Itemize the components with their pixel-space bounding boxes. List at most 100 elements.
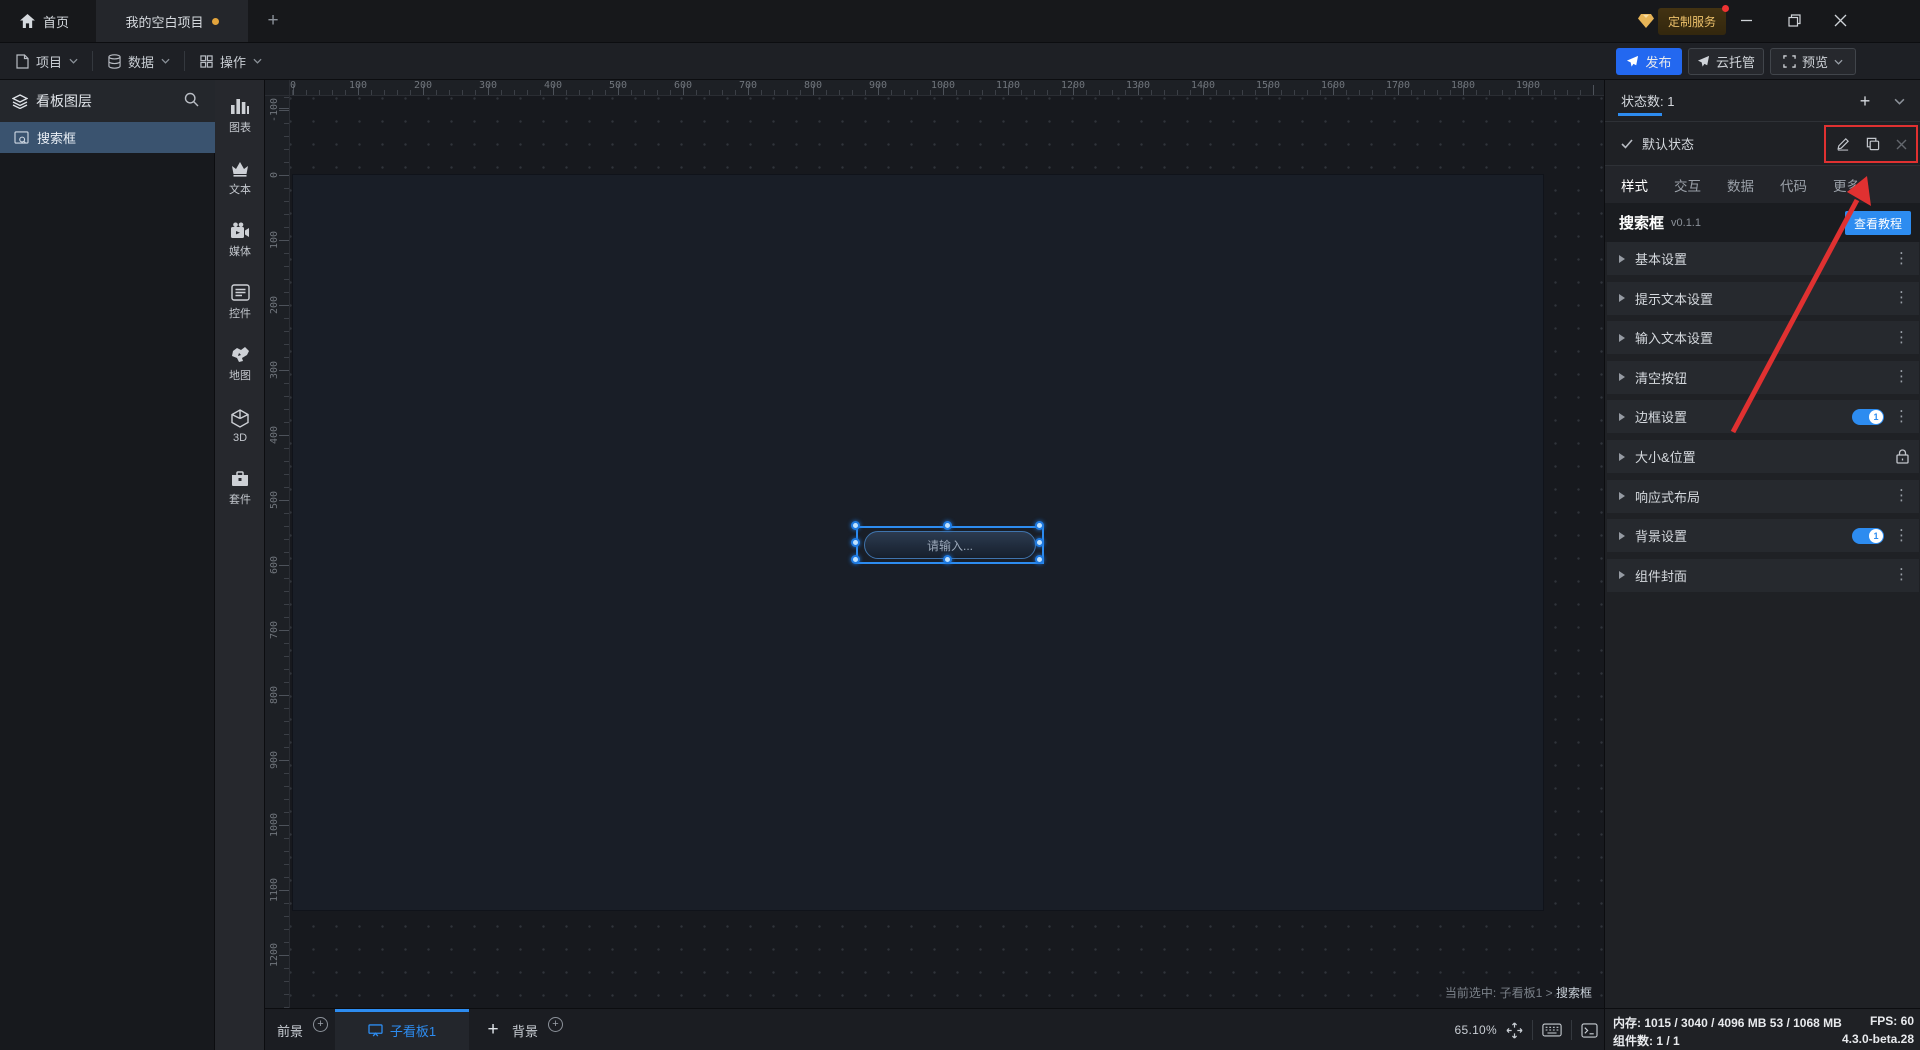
section-组件封面[interactable]: 组件封面 ⋮ (1607, 559, 1919, 592)
tab-代码[interactable]: 代码 (1780, 175, 1807, 195)
dock-item-label: 文本 (229, 181, 251, 197)
diamond-icon (1638, 14, 1654, 28)
section-label: 清空按钮 (1635, 368, 1687, 387)
layer-item-label: 搜索框 (37, 128, 76, 147)
h-ruler-label: 300 (468, 80, 508, 91)
view-tutorial-button[interactable]: 查看教程 (1845, 211, 1911, 235)
menu-data[interactable]: 数据 (96, 43, 182, 79)
new-tab-button[interactable]: + (258, 0, 288, 42)
board-icon (368, 1024, 383, 1037)
bottombar: 前景 + 子看板1 + 背景 + 65.10% (265, 1008, 1604, 1050)
dock-item-3D[interactable]: 3D (215, 398, 265, 454)
paper-plane-icon (1626, 55, 1639, 68)
selection-handle[interactable] (943, 521, 952, 530)
v-ruler-label: 200 (269, 285, 283, 325)
tab-交互[interactable]: 交互 (1674, 175, 1701, 195)
section-label: 组件封面 (1635, 566, 1687, 585)
kebab-menu-icon[interactable]: ⋮ (1894, 293, 1909, 303)
menu-operations[interactable]: 操作 (188, 43, 274, 79)
cube-icon (231, 409, 249, 428)
section-基本设置[interactable]: 基本设置 ⋮ (1607, 242, 1919, 275)
close-button[interactable] (1820, 0, 1860, 40)
v-ruler-label: 0 (269, 155, 283, 195)
h-ruler-label: 1900 (1508, 80, 1548, 91)
section-输入文本设置[interactable]: 输入文本设置⋮ (1607, 321, 1919, 354)
toggle-on[interactable]: 1 (1852, 409, 1884, 425)
v-ruler-label: 700 (269, 610, 283, 650)
selection-handle[interactable] (851, 538, 860, 547)
kebab-menu-icon[interactable]: ⋮ (1894, 333, 1909, 343)
state-count-label: 状态数: 1 (1621, 91, 1674, 110)
section-背景设置[interactable]: 背景设置1⋮ (1607, 519, 1919, 552)
build-version: 4.3.0-beta.28 (1842, 1032, 1914, 1046)
dock-item-图表[interactable]: 图表 (215, 88, 265, 144)
kebab-menu-icon[interactable]: ⋮ (1894, 491, 1909, 501)
dock-item-媒体[interactable]: 媒体 (215, 212, 265, 268)
selection-handle[interactable] (851, 521, 860, 530)
v-ruler-label: 1100 (269, 870, 283, 910)
kebab-menu-icon[interactable]: ⋮ (1894, 254, 1909, 264)
components-value: 1 / 1 (1656, 1034, 1679, 1048)
background-label[interactable]: 背景 (512, 1009, 538, 1050)
kebab-menu-icon[interactable]: ⋮ (1894, 570, 1909, 580)
home-button[interactable]: 首页 (10, 0, 79, 42)
tab-样式[interactable]: 样式 (1621, 175, 1648, 195)
unsaved-dot-icon (212, 18, 219, 25)
chart-icon (230, 97, 250, 115)
selection-handle[interactable] (943, 555, 952, 564)
collapse-states-icon[interactable] (1894, 98, 1905, 105)
h-ruler-label: 600 (663, 80, 703, 91)
toggle-on[interactable]: 1 (1852, 528, 1884, 544)
dock-item-地图[interactable]: 地图 (215, 336, 265, 392)
dock-item-控件[interactable]: 控件 (215, 274, 265, 330)
pasteboard[interactable]: 请输入... 当前选中: 子看板1 > 搜索框 (290, 96, 1604, 1008)
keyboard-icon[interactable] (1542, 1023, 1562, 1037)
foreground-label[interactable]: 前景 (277, 1009, 303, 1050)
add-foreground-button[interactable]: + (313, 1017, 328, 1032)
lock-icon[interactable] (1896, 449, 1909, 464)
dock-item-label: 控件 (229, 305, 251, 321)
component-name: 搜索框 (1619, 212, 1664, 233)
add-background-button[interactable]: + (548, 1017, 563, 1032)
preview-button[interactable]: 预览 (1770, 48, 1856, 75)
kebab-menu-icon[interactable]: ⋮ (1894, 531, 1909, 541)
layer-item-searchbox[interactable]: 搜索框 (0, 122, 215, 153)
menu-project[interactable]: 项目 (4, 43, 90, 79)
section-边框设置[interactable]: 边框设置1⋮ (1607, 400, 1919, 433)
section-大小&位置[interactable]: 大小&位置 (1607, 440, 1919, 473)
section-提示文本设置[interactable]: 提示文本设置⋮ (1607, 282, 1919, 315)
selection-handle[interactable] (1035, 538, 1044, 547)
searchbox-icon (14, 131, 29, 144)
selection-handle[interactable] (1035, 521, 1044, 530)
minimize-button[interactable] (1726, 0, 1766, 40)
h-ruler-label: 900 (858, 80, 898, 91)
restore-button[interactable] (1774, 0, 1814, 40)
h-ruler-label: 1400 (1183, 80, 1223, 91)
cloud-host-button[interactable]: 云托管 (1688, 48, 1764, 75)
section-响应式布局[interactable]: 响应式布局⋮ (1607, 480, 1919, 513)
project-tab[interactable]: 我的空白项目 (96, 0, 248, 42)
layers-icon (12, 94, 28, 109)
fit-screen-icon[interactable] (1506, 1022, 1523, 1039)
selection-handle[interactable] (851, 555, 860, 564)
memory-label: 内存: (1613, 1016, 1641, 1030)
board-tab-active[interactable]: 子看板1 (335, 1009, 469, 1050)
terminal-icon[interactable] (1581, 1023, 1598, 1038)
selection-handle[interactable] (1035, 555, 1044, 564)
h-ruler-label: 1700 (1378, 80, 1418, 91)
section-label: 基本设置 (1635, 249, 1687, 268)
search-icon[interactable] (184, 92, 199, 107)
tab-更多[interactable]: 更多 (1833, 175, 1860, 195)
tab-数据[interactable]: 数据 (1727, 175, 1754, 195)
kebab-menu-icon[interactable]: ⋮ (1894, 412, 1909, 422)
add-board-button[interactable]: + (475, 1009, 511, 1050)
dock-item-套件[interactable]: 套件 (215, 460, 265, 516)
section-清空按钮[interactable]: 清空按钮 ⋮ (1607, 361, 1919, 394)
selected-component-searchbox[interactable]: 请输入... (856, 526, 1044, 564)
kebab-menu-icon[interactable]: ⋮ (1894, 372, 1909, 382)
zoom-level[interactable]: 65.10% (1455, 1023, 1498, 1037)
custom-service-button[interactable]: 定制服务 (1658, 8, 1726, 35)
publish-button[interactable]: 发布 (1616, 48, 1682, 75)
add-state-button[interactable]: + (1855, 91, 1875, 111)
dock-item-文本[interactable]: 文本 (215, 150, 265, 206)
